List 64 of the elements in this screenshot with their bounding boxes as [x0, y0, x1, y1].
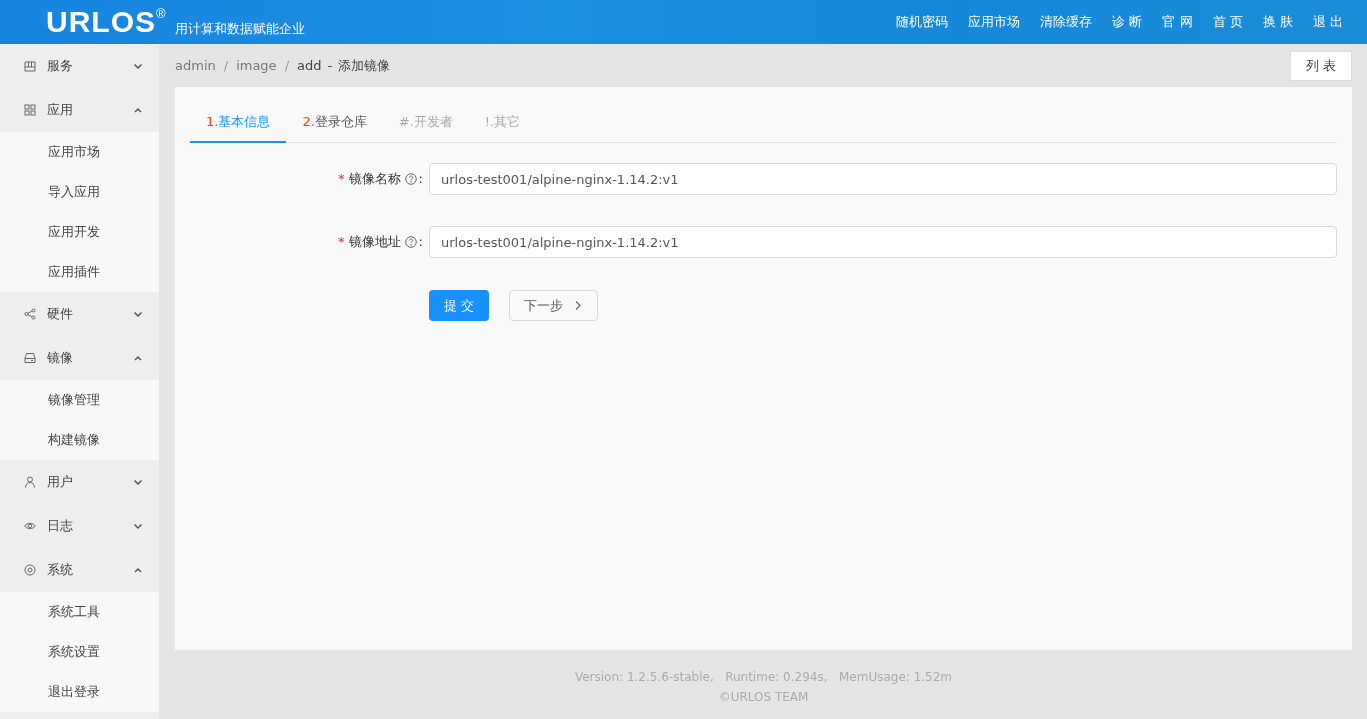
settings-icon	[24, 564, 36, 576]
sidebar-item[interactable]: 硬件	[0, 292, 159, 336]
grid-icon	[24, 60, 36, 72]
user-icon	[24, 476, 36, 488]
sidebar-subitem[interactable]: 镜像管理	[0, 380, 159, 420]
nav-link[interactable]: 首 页	[1202, 12, 1253, 32]
eye-icon	[24, 520, 36, 532]
sidebar-subitem[interactable]: 系统设置	[0, 632, 159, 672]
sidebar-subitem[interactable]: 应用插件	[0, 252, 159, 292]
sidebar-item[interactable]: 系统	[0, 548, 159, 592]
sidebar-subitem[interactable]: 应用开发	[0, 212, 159, 252]
chevron-down-icon	[133, 309, 143, 319]
input-field[interactable]: urlos-test001/alpine-nginx-1.14.2:v1	[429, 226, 1337, 258]
breadcrumb-separator: /	[223, 56, 229, 75]
nav-link[interactable]: 应用市场	[958, 12, 1031, 32]
chevron-down-icon	[133, 477, 143, 487]
nav-link[interactable]: 清除缓存	[1030, 12, 1103, 32]
list-button[interactable]: 列 表	[1289, 51, 1352, 81]
sidebar-item[interactable]: 服务	[0, 44, 159, 88]
footer-stats: Version: 1.2.5.6-stable, Runtime: 0.294s, MemUsage: 1.52m	[573, 669, 954, 686]
input-field[interactable]: urlos-test001/alpine-nginx-1.14.2:v1	[429, 163, 1337, 195]
breadcrumb-separator: /	[284, 56, 289, 75]
nav-link[interactable]: 诊 断	[1102, 12, 1153, 32]
nav-link[interactable]: 官 网	[1152, 12, 1203, 32]
sidebar-item[interactable]: 用户	[0, 460, 159, 504]
drive-icon	[24, 352, 36, 364]
nav-link[interactable]: 换 肤	[1252, 12, 1303, 32]
sidebar-subitem[interactable]: 退出登录	[0, 672, 159, 712]
sidebar-subitem[interactable]: 应用市场	[0, 132, 159, 172]
chevron-down-icon	[133, 61, 143, 71]
breadcrumb-link[interactable]: admin	[175, 55, 216, 76]
help-icon	[404, 173, 417, 185]
breadcrumb-current: 添加镜像	[338, 56, 391, 75]
help-icon	[404, 236, 417, 248]
chevron-up-icon	[133, 353, 143, 363]
required-mark: *	[338, 170, 345, 189]
chevron-up-icon	[133, 105, 143, 115]
copyright: ©URLOS TEAM	[717, 689, 810, 706]
sidebar-item[interactable]: 日志	[0, 504, 159, 548]
logo: URLOS$^{®}$	[46, 7, 167, 37]
chevron-right-icon	[573, 300, 584, 311]
colon: :	[418, 233, 423, 252]
colon: :	[418, 170, 423, 189]
nav-link[interactable]: 随机密码	[886, 12, 959, 32]
share-icon	[24, 308, 36, 320]
slogan: 用计算和数据赋能企业	[174, 20, 305, 39]
field-label: 镜像地址	[348, 233, 401, 252]
sidebar-subitem[interactable]: 系统工具	[0, 592, 159, 632]
breadcrumb-link[interactable]: image	[236, 55, 277, 76]
field-label: 镜像名称	[348, 170, 401, 189]
chevron-up-icon	[133, 565, 143, 575]
apps-icon	[24, 104, 36, 116]
sidebar-subitem[interactable]: 导入应用	[0, 172, 159, 212]
sidebar-subitem[interactable]: 构建镜像	[0, 420, 159, 460]
tab[interactable]: 1.基本信息	[190, 101, 287, 143]
nav-link[interactable]: 退 出	[1302, 12, 1353, 32]
sidebar-item[interactable]: 镜像	[0, 336, 159, 380]
chevron-down-icon	[133, 521, 143, 531]
tab[interactable]: 2.登录仓库	[286, 101, 383, 143]
required-mark: *	[338, 233, 345, 252]
next-button[interactable]: 下一步	[509, 290, 599, 321]
breadcrumb-current: -	[327, 56, 333, 75]
breadcrumb-current: add	[297, 56, 322, 75]
sidebar-item[interactable]: 应用	[0, 88, 159, 132]
